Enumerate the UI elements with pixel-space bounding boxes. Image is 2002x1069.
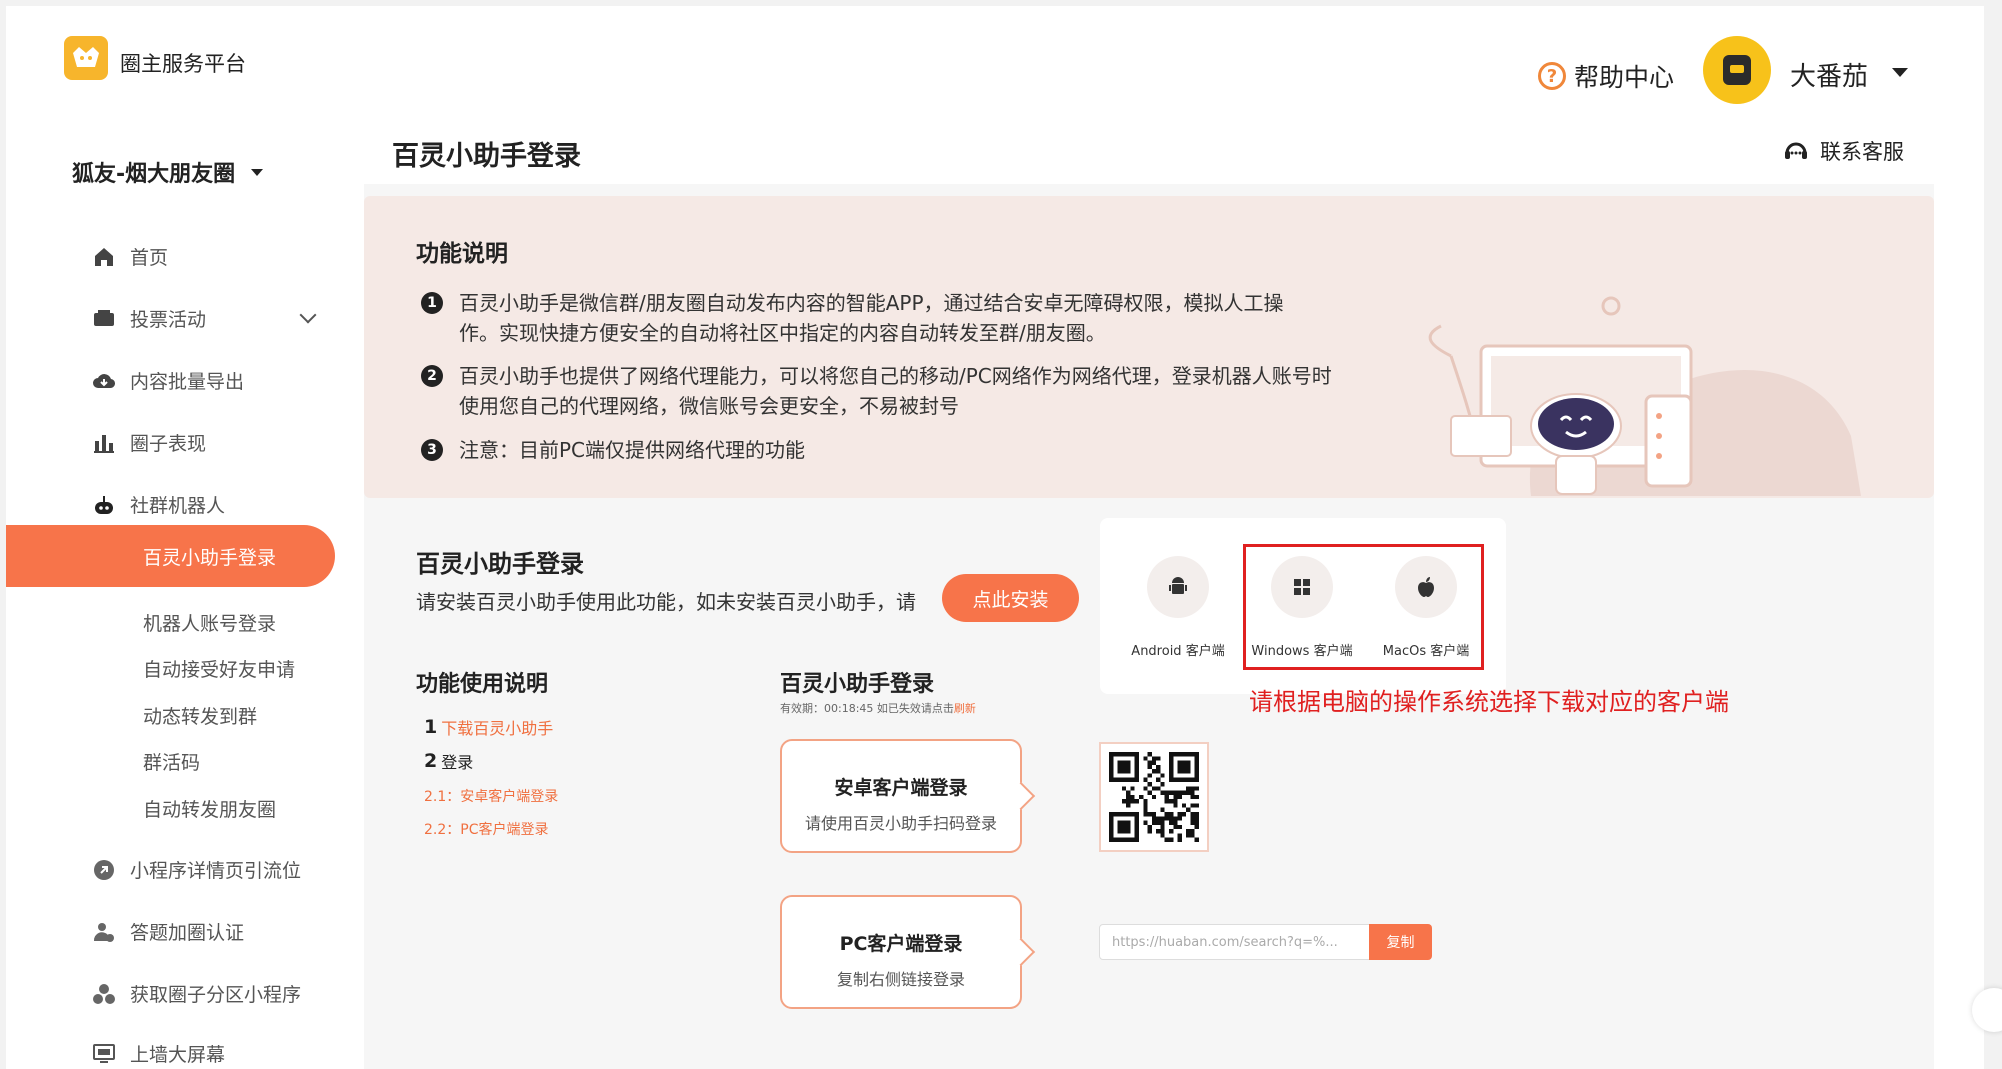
robot-illustration-icon	[1428, 296, 1861, 496]
help-icon: ?	[1538, 62, 1566, 90]
avatar-logo-icon	[1723, 55, 1751, 85]
android-client-download[interactable]: Android 客户端	[1118, 556, 1238, 659]
sidebar-item-label: 百灵小助手登录	[143, 547, 277, 569]
sidebar-item-label: 获取圈子分区小程序	[130, 984, 302, 1006]
sidebar-subitem-auto-accept[interactable]: 自动接受好友申请	[143, 655, 295, 682]
cloud-download-icon	[92, 369, 116, 393]
sidebar-item-label: 首页	[130, 247, 169, 269]
login-qr-code	[1099, 742, 1209, 852]
robot-icon	[92, 493, 116, 517]
pc-login-card: PC客户端登录 复制右侧链接登录	[780, 895, 1022, 1009]
annotation-highlight-box	[1243, 544, 1484, 670]
sidebar-item-label: 小程序详情页引流位	[130, 860, 302, 882]
step-number-badge: 2	[421, 365, 443, 387]
function-title: 功能说明	[416, 241, 508, 267]
install-button[interactable]: 点此安装	[942, 574, 1079, 622]
card-title: PC客户端登录	[839, 933, 963, 955]
android-login-card: 安卓客户端登录 请使用百灵小助手扫码登录	[780, 739, 1022, 853]
headset-icon	[1785, 142, 1807, 159]
annotation-note: 请根据电脑的操作系统选择下载对应的客户端	[1249, 688, 1729, 716]
sidebar-item-bailing-login[interactable]: 百灵小助手登录	[6, 525, 335, 587]
description-line: 注意：目前PC端仅提供网络代理的功能	[459, 438, 806, 462]
sidebar-item-big-screen[interactable]: 上墙大屏幕	[92, 1040, 225, 1067]
sidebar-item-home[interactable]: 首页	[92, 243, 168, 270]
android-icon	[1147, 556, 1209, 618]
usage-title: 功能使用说明	[416, 672, 549, 697]
sidebar-subitem-forward-group[interactable]: 动态转发到群	[143, 702, 257, 729]
user-check-icon	[92, 920, 116, 944]
step-sub-android[interactable]: 2.1：安卓客户端登录	[424, 786, 558, 806]
step-login[interactable]: 2 登录	[419, 749, 474, 773]
card-title: 安卓客户端登录	[834, 777, 968, 799]
chevron-down-icon[interactable]	[299, 306, 317, 324]
chevron-down-icon	[251, 168, 264, 176]
validity-label: 有效期：00:18:45 如已失效请点击	[780, 702, 954, 715]
step-label: 下载百灵小助手	[441, 719, 554, 738]
sidebar-item-miniapp-traffic[interactable]: 小程序详情页引流位	[92, 856, 301, 883]
description-line: 百灵小助手是微信群/朋友圈自动发布内容的智能APP，通过结合安卓无障碍权限，模拟…	[459, 291, 1284, 315]
page-title: 百灵小助手登录	[392, 141, 581, 172]
refresh-link[interactable]: 刷新	[954, 702, 976, 715]
sidebar-subitem-group-code[interactable]: 群活码	[143, 748, 200, 775]
sidebar-item-vote[interactable]: 投票活动	[92, 305, 206, 332]
home-icon	[92, 245, 116, 269]
avatar[interactable]	[1703, 36, 1771, 104]
help-center-label: 帮助中心	[1574, 63, 1675, 92]
step-number: 1	[419, 716, 444, 738]
monitor-icon	[92, 1042, 116, 1066]
app-window: 圈主服务平台 ? 帮助中心 大番茄 狐友-烟大朋友圈 首页 投票活动 内容批量导…	[6, 6, 1984, 1069]
sidebar-subitem-robot-login[interactable]: 机器人账号登录	[143, 609, 276, 636]
client-label: Android 客户端	[1131, 644, 1225, 659]
sidebar-item-label: 答题加圈认证	[130, 922, 245, 944]
step-number-badge: 1	[421, 292, 443, 314]
login-url-field[interactable]	[1099, 924, 1371, 960]
sidebar-item-miniapp-partition[interactable]: 获取圈子分区小程序	[92, 980, 301, 1007]
sidebar-item-label: 内容批量导出	[130, 371, 245, 393]
org-name: 狐友-烟大朋友圈	[72, 162, 236, 187]
card-desc: 请使用百灵小助手扫码登录	[804, 814, 997, 833]
bar-chart-icon	[92, 431, 116, 455]
step-sub-pc[interactable]: 2.2：PC客户端登录	[424, 819, 548, 839]
brand-name: 圈主服务平台	[120, 52, 246, 76]
cluster-icon	[92, 982, 116, 1006]
sidebar-item-robot[interactable]: 社群机器人	[92, 491, 225, 518]
copy-button[interactable]: 复制	[1369, 924, 1432, 960]
card-desc: 复制右侧链接登录	[836, 970, 965, 989]
brand-logo-icon[interactable]	[64, 36, 108, 80]
sidebar-item-label: 圈子表现	[130, 433, 207, 455]
step-number: 2	[419, 750, 444, 772]
sidebar-item-export[interactable]: 内容批量导出	[92, 367, 244, 394]
step-number-badge: 3	[421, 439, 443, 461]
help-center-link[interactable]: ? 帮助中心	[1538, 58, 1674, 94]
validity-text: 有效期：00:18:45 如已失效请点击刷新	[780, 700, 976, 716]
contact-support-label: 联系客服	[1820, 140, 1904, 164]
sidebar-item-performance[interactable]: 圈子表现	[92, 429, 206, 456]
step-label: 登录	[441, 753, 474, 772]
sidebar-subitem-forward-moments[interactable]: 自动转发朋友圈	[143, 795, 276, 822]
description-line: 使用您自己的代理网络，微信账号会更安全，不易被封号	[459, 394, 959, 418]
sidebar-item-label: 上墙大屏幕	[130, 1044, 226, 1066]
description-line: 百灵小助手也提供了网络代理能力，可以将您自己的移动/PC网络作为网络代理，登录机…	[459, 364, 1332, 388]
user-name[interactable]: 大番茄	[1790, 56, 1868, 93]
step-download[interactable]: 1 下载百灵小助手	[419, 715, 554, 739]
description-item: 1 百灵小助手是微信群/朋友圈自动发布内容的智能APP，通过结合安卓无障碍权限，…	[421, 288, 1403, 348]
sidebar-item-label: 社群机器人	[130, 495, 226, 517]
vote-icon	[92, 307, 116, 331]
user-menu-caret-icon[interactable]	[1892, 68, 1908, 77]
login-section-heading: 百灵小助手登录	[416, 550, 584, 578]
link-icon	[92, 858, 116, 882]
contact-support-link[interactable]: 联系客服	[1782, 136, 1904, 166]
description-item: 2 百灵小助手也提供了网络代理能力，可以将您自己的移动/PC网络作为网络代理，登…	[421, 361, 1403, 421]
sidebar-item-label: 投票活动	[130, 309, 207, 331]
org-switcher[interactable]: 狐友-烟大朋友圈	[72, 156, 264, 188]
description-line: 作。实现快捷方便安全的自动将社区中指定的内容自动转发至群/朋友圈。	[459, 321, 1106, 345]
install-prompt-text: 请安装百灵小助手使用此功能，如未安装百灵小助手，请	[416, 590, 916, 614]
sidebar-item-quiz-auth[interactable]: 答题加圈认证	[92, 918, 244, 945]
description-item: 3 注意：目前PC端仅提供网络代理的功能	[421, 435, 1403, 465]
login-panel-title: 百灵小助手登录	[780, 672, 935, 697]
